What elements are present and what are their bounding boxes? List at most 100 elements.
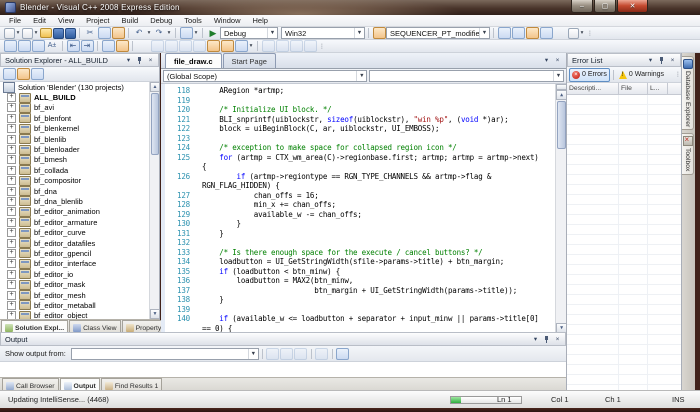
code-line[interactable]: 138 }	[166, 295, 555, 305]
window-position-icon[interactable]: ▾	[645, 55, 656, 65]
comment-selection-icon[interactable]	[101, 40, 115, 52]
redo-icon[interactable]: ↷	[153, 27, 166, 39]
menu-help[interactable]: Help	[247, 15, 274, 27]
menu-debug[interactable]: Debug	[144, 15, 178, 27]
code-line[interactable]: {	[166, 162, 555, 172]
chevron-down-icon[interactable]: ▼	[354, 28, 364, 38]
expand-icon[interactable]: +	[7, 103, 16, 113]
find-symbol-icon[interactable]	[372, 27, 386, 39]
tree-item[interactable]: + bf_dna_blenlib	[0, 196, 159, 207]
toolbar-overflow-icon[interactable]: ⋮	[675, 71, 681, 78]
code-line[interactable]: 120 /* Initialize UI block. */	[166, 105, 555, 115]
tree-item[interactable]: + bf_blenloader	[0, 144, 159, 155]
error-list-icon[interactable]	[525, 27, 539, 39]
code-line[interactable]: 127 chan_offs = 16;	[166, 191, 555, 201]
expand-icon[interactable]: +	[7, 300, 16, 310]
tree-item[interactable]: + bf_editor_mesh	[0, 290, 159, 300]
editor-scrollbar[interactable]: ▲ ▼	[555, 84, 566, 333]
minimize-button[interactable]: –	[571, 0, 593, 13]
error-grid[interactable]	[567, 95, 681, 391]
next-bookmark-folder-icon[interactable]	[192, 40, 206, 52]
menu-edit[interactable]: Edit	[27, 15, 52, 27]
error-column-header[interactable]: File	[619, 83, 648, 94]
auto-hide-pin-icon[interactable]	[541, 334, 552, 344]
code-line[interactable]: 123	[166, 134, 555, 144]
error-column-header[interactable]: L...	[648, 83, 668, 94]
chevron-down-icon[interactable]: ▼	[247, 348, 258, 359]
scroll-up-icon[interactable]: ▲	[556, 90, 566, 100]
tree-item[interactable]: + bf_editor_datafiles	[0, 238, 159, 249]
tree-item[interactable]: + bf_avi	[0, 102, 159, 113]
code-line[interactable]: 122 block = uiBeginBlock(C, ar, uiblocks…	[166, 124, 555, 134]
expand-icon[interactable]: +	[7, 217, 16, 227]
close-document-icon[interactable]: ×	[552, 55, 563, 65]
expand-icon[interactable]: +	[7, 165, 16, 175]
code-line[interactable]: 136 loadbutton = MAX2(btn_minw,	[166, 276, 555, 286]
auto-hide-pin-icon[interactable]	[134, 55, 145, 65]
close-panel-icon[interactable]: ×	[145, 55, 156, 65]
add-item-icon[interactable]	[21, 27, 33, 39]
chevron-down-icon[interactable]: ▼	[553, 71, 563, 81]
find-symbol-select[interactable]: SEQUENCER_PT_modifiers ▼	[386, 27, 490, 39]
solution-explorer-icon[interactable]	[554, 27, 567, 39]
tree-item[interactable]: + bf_editor_mask	[0, 279, 159, 290]
solution-explorer-header[interactable]: Solution Explorer - ALL_BUILD ▾ ×	[0, 53, 159, 67]
toolbar-overflow-icon[interactable]: ⋮	[587, 30, 593, 37]
code-line[interactable]: 139	[166, 305, 555, 315]
expand-icon[interactable]: +	[7, 124, 16, 134]
solution-platform-select[interactable]: Win32 ▼	[281, 27, 365, 39]
code-line[interactable]: 119	[166, 96, 555, 106]
cut-icon[interactable]: ✂	[84, 27, 97, 39]
document-tab-start-page[interactable]: Start Page	[222, 53, 276, 68]
toolbar-options-icon[interactable]: ▾	[248, 43, 254, 49]
warnings-toggle-button[interactable]: 0 Warnings	[617, 69, 666, 81]
code-line[interactable]: 140 if (available_w <= loadbutton + sepa…	[166, 314, 555, 324]
expand-icon[interactable]: +	[7, 145, 16, 155]
object-browser-icon[interactable]	[567, 27, 579, 39]
previous-bookmark-icon[interactable]	[150, 40, 164, 52]
decrease-indent-icon[interactable]: ⇤	[66, 40, 80, 52]
redo-dropdown-icon[interactable]: ▾	[166, 30, 172, 36]
command-window-icon[interactable]	[511, 27, 525, 39]
menu-build[interactable]: Build	[116, 15, 145, 27]
prev-message-icon[interactable]	[280, 347, 294, 360]
autohide-tab-toolbox[interactable]: Toolbox	[682, 133, 694, 175]
tree-scrollbar[interactable]: ▲ ▼	[149, 82, 159, 319]
solution-configuration-select[interactable]: Debug ▼	[220, 27, 278, 39]
expand-icon[interactable]: +	[7, 280, 16, 290]
next-message-icon[interactable]	[294, 347, 308, 360]
tree-item[interactable]: + bf_blenfont	[0, 113, 159, 124]
run-macro-icon[interactable]	[275, 40, 289, 52]
tree-item[interactable]: + bf_editor_metaball	[0, 300, 159, 311]
tree-item[interactable]: + bf_editor_interface	[0, 258, 159, 269]
window-position-icon[interactable]: ▾	[530, 334, 541, 344]
properties-window-icon[interactable]	[539, 27, 553, 39]
find-in-files-icon[interactable]	[497, 27, 511, 39]
toolbar-overflow-icon[interactable]: ⋮	[319, 43, 325, 50]
tree-item[interactable]: + bf_editor_gpencil	[0, 248, 159, 259]
expand-icon[interactable]: +	[7, 155, 16, 165]
scope-select[interactable]: (Global Scope) ▼	[163, 70, 368, 82]
document-tab-file-draw-c[interactable]: file_draw.c	[165, 53, 222, 68]
expand-icon[interactable]: +	[7, 290, 16, 300]
new-file-dropdown-icon[interactable]: ▾	[15, 30, 21, 36]
expand-icon[interactable]: +	[7, 269, 16, 279]
save-all-icon[interactable]	[64, 27, 76, 39]
code-line[interactable]: 132	[166, 238, 555, 248]
refresh-icon[interactable]	[30, 68, 44, 80]
save-icon[interactable]	[52, 27, 64, 39]
display-objects-icon[interactable]	[3, 40, 17, 52]
output-source-select[interactable]: ▼	[70, 347, 259, 360]
code-editor[interactable]: 118 ARegion *artmp; 119 120 /* Initialize …	[161, 84, 566, 333]
expand-icon[interactable]: +	[7, 311, 16, 319]
scroll-down-icon[interactable]: ▼	[150, 309, 159, 319]
navigate-dropdown-icon[interactable]: ▾	[193, 30, 199, 36]
next-bookmark-doc-icon[interactable]	[220, 40, 234, 52]
tree-item[interactable]: + bf_editor_animation	[0, 206, 159, 217]
error-column-header[interactable]: Descripti...	[567, 83, 619, 94]
start-debugging-icon[interactable]: ▶	[207, 27, 220, 39]
start-recording-icon[interactable]	[261, 40, 275, 52]
expand-icon[interactable]: +	[7, 207, 16, 217]
clear-bookmarks-icon[interactable]	[234, 40, 248, 52]
output-content[interactable]	[0, 362, 566, 377]
